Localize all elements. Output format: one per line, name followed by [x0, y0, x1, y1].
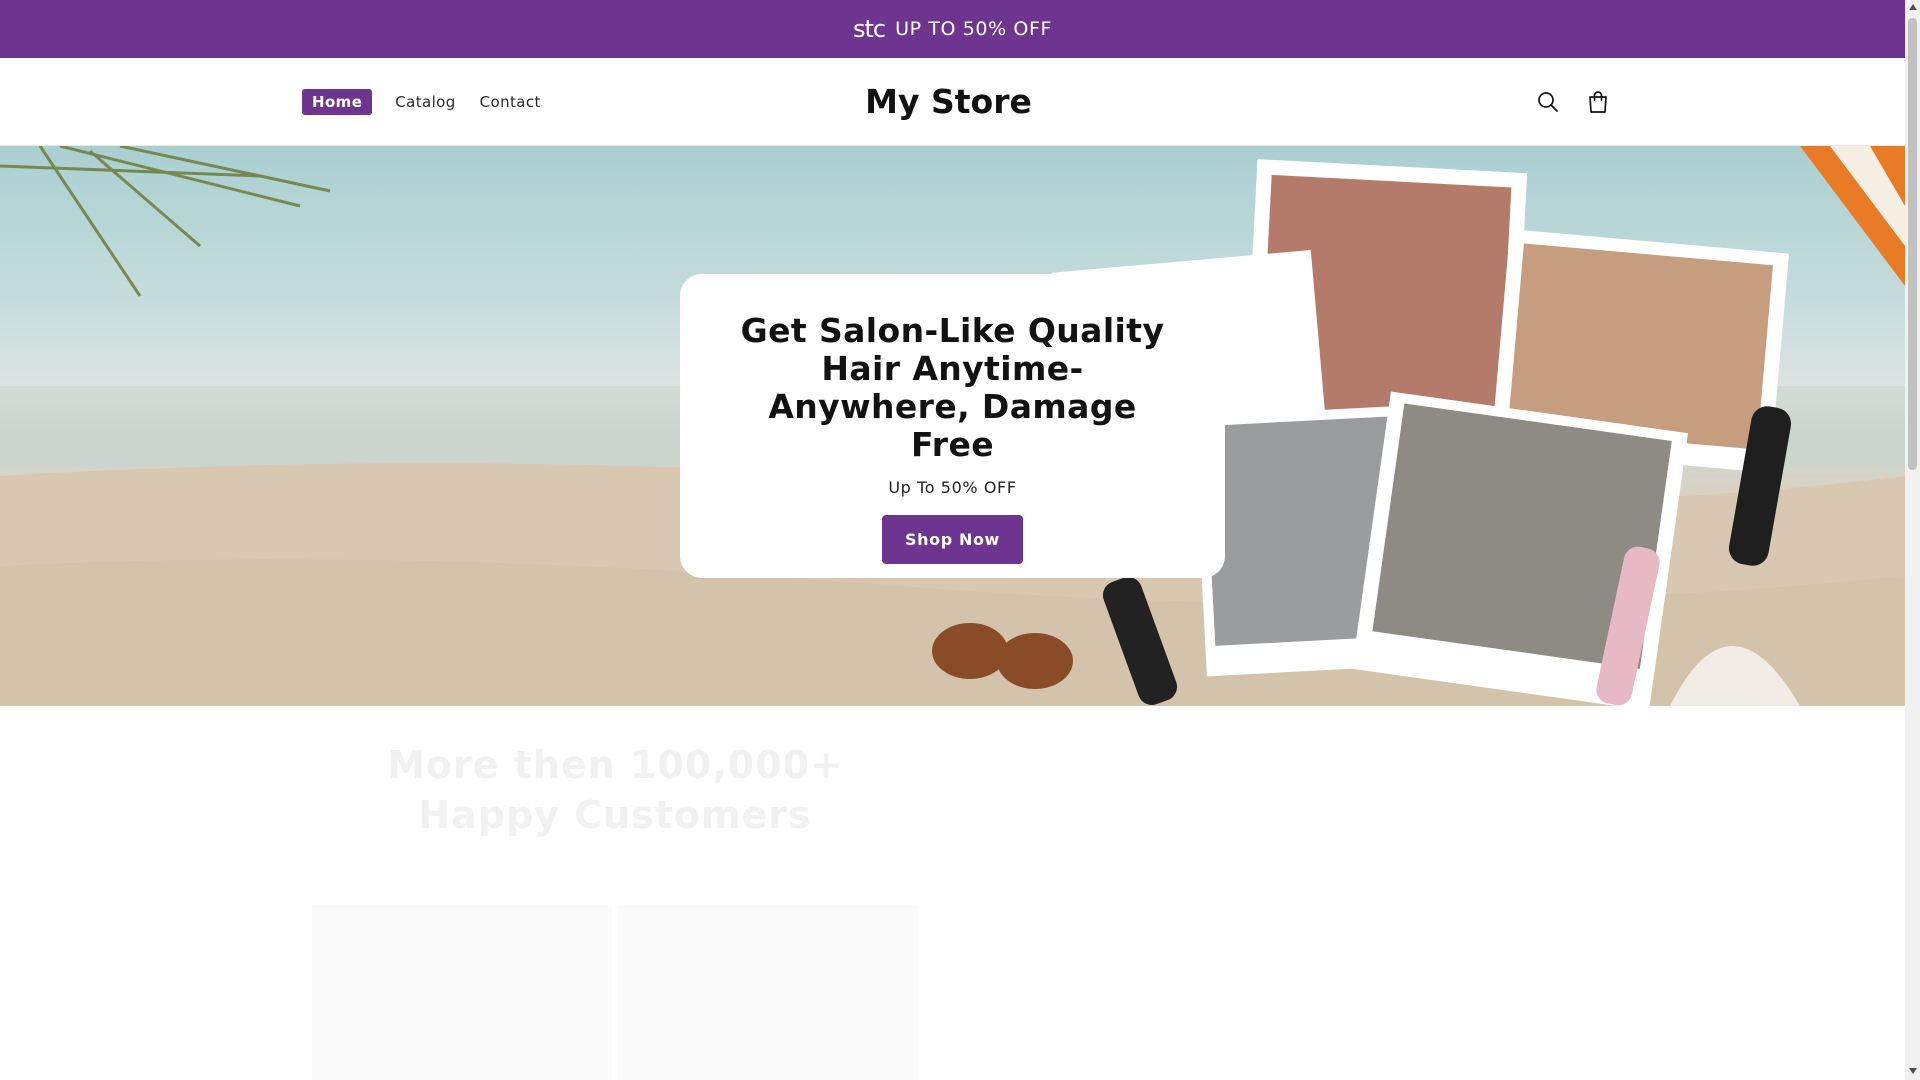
search-icon [1538, 92, 1558, 112]
testimonial-image [618, 905, 918, 1080]
nav-catalog[interactable]: Catalog [395, 93, 455, 111]
hero-banner: Get Salon-Like Quality Hair Anytime- Any… [0, 146, 1905, 706]
hero-card: Get Salon-Like Quality Hair Anytime- Any… [680, 274, 1225, 578]
search-button[interactable] [1532, 86, 1564, 118]
testimonial-image [312, 905, 612, 1080]
section-title: More then 100,000+ Happy Customers [387, 743, 843, 837]
scroll-down-arrow-icon[interactable] [1909, 1068, 1917, 1074]
shop-now-button[interactable]: Shop Now [882, 515, 1023, 564]
scroll-up-arrow-icon[interactable] [1909, 4, 1917, 10]
announcement-text: UP TO 50% OFF [895, 18, 1052, 40]
scrollbar-thumb[interactable] [1908, 18, 1917, 470]
main-nav: Home Catalog Contact [302, 58, 565, 146]
announcement-bar: stc UP TO 50% OFF [0, 0, 1905, 58]
announcement-brand: stc [853, 15, 886, 43]
cart-button[interactable] [1582, 86, 1614, 118]
site-header: My Store Home Catalog Contact [0, 58, 1905, 146]
hero-title: Get Salon-Like Quality Hair Anytime- Any… [740, 311, 1165, 464]
store-logo-text[interactable]: My Store [865, 82, 1032, 121]
nav-contact[interactable]: Contact [480, 93, 541, 111]
header-icons [1532, 86, 1614, 118]
hero-subtitle: Up To 50% OFF [888, 478, 1017, 497]
shopping-bag-icon [1589, 91, 1607, 113]
page: stc UP TO 50% OFF My Store Home Catalog … [0, 0, 1905, 1080]
nav-home[interactable]: Home [302, 89, 373, 115]
